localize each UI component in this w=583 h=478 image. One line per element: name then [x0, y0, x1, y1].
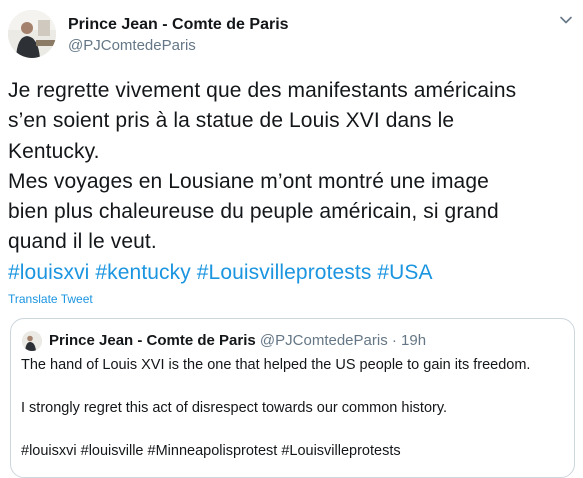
hashtag-louisxvi[interactable]: #louisxvi — [8, 261, 89, 284]
tweet-line: Mes voyages en Lousiane m’ont montré une… — [8, 169, 489, 193]
quoted-paragraph: The hand of Louis XVI is the one that he… — [21, 357, 531, 373]
tweet-line: Kentucky. — [8, 139, 100, 163]
avatar[interactable] — [8, 10, 56, 58]
quoted-hashtags: #louisxvi #louisville #Minneapolisprotes… — [21, 443, 401, 459]
quoted-body: The hand of Louis XVI is the one that he… — [21, 355, 566, 462]
hashtag-usa[interactable]: #USA — [377, 261, 432, 284]
tweet-line: s’en soient pris à la statue de Louis XV… — [8, 109, 455, 133]
chevron-down-icon[interactable] — [558, 12, 574, 28]
quoted-avatar[interactable] — [22, 331, 42, 351]
hashtag-kentucky[interactable]: #kentucky — [95, 261, 190, 284]
tweet-line: quand il le veut. — [8, 230, 157, 254]
quoted-author-name[interactable]: Prince Jean - Comte de Paris — [49, 332, 256, 349]
tweet-line: Je regrette vivement que des manifestant… — [8, 79, 517, 102]
hashtag-row: #louisxvi #kentucky #Louisvilleprotests … — [8, 258, 580, 288]
tweet-line: bien plus chaleureuse du peuple américai… — [8, 200, 499, 224]
quoted-timestamp[interactable]: 19h — [401, 332, 426, 349]
translate-tweet-link[interactable]: Translate Tweet — [8, 292, 93, 306]
hashtag-louisvilleprotests[interactable]: #Louisvilleprotests — [197, 261, 372, 284]
quoted-author-handle[interactable]: @PJComtedeParis — [260, 332, 388, 349]
author-name[interactable]: Prince Jean - Comte de Paris — [68, 16, 289, 34]
quoted-paragraph: I strongly regret this act of disrespect… — [21, 400, 448, 416]
tweet-text: Je regrette vivement que des manifestant… — [8, 76, 580, 288]
quoted-header: Prince Jean - Comte de Paris @PJComtedeP… — [49, 332, 426, 349]
quoted-separator: · — [391, 332, 397, 349]
author-handle[interactable]: @PJComtedeParis — [68, 37, 196, 54]
quoted-tweet[interactable]: Prince Jean - Comte de Paris @PJComtedeP… — [10, 318, 575, 478]
tweet-header: Prince Jean - Comte de Paris @PJComtedeP… — [8, 10, 578, 58]
